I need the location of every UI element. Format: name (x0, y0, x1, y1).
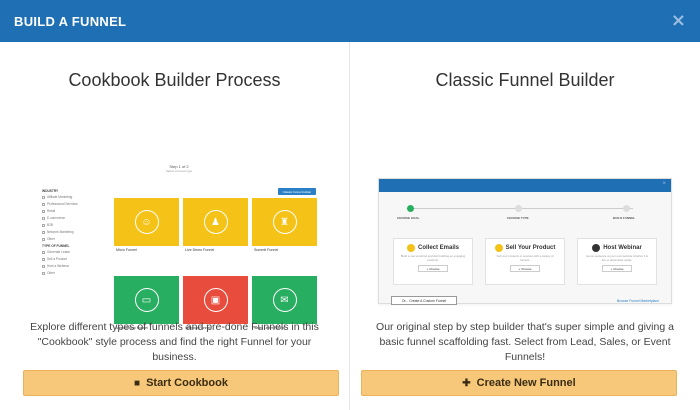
preview-sidebar: INDUSTRY Affiliate Marketing Professiona… (42, 189, 78, 275)
book-icon: ■ (134, 377, 141, 389)
preview-marketplace-link: Browse Funnel Marketplace (616, 299, 659, 303)
cookbook-column: Cookbook Builder Process Step 1 of 2 Sel… (0, 42, 350, 410)
preview-steps: CHOOSE GOAL CHOOSE TYPE BUILD FUNNEL (379, 205, 671, 220)
webinar-icon (592, 244, 601, 252)
plus-icon: ✚ (462, 377, 471, 389)
classic-title: Classic Funnel Builder (435, 70, 615, 90)
preview-goal-card: Collect Emails Build a new email list an… (393, 238, 473, 285)
preview-card: ♜ Summit Funnel (252, 198, 317, 272)
preview-step-label: Step 1 of 2 Select a funnel type (165, 164, 193, 173)
presenter-icon: ♟ (203, 210, 228, 234)
letter-icon: ✉ (272, 288, 297, 312)
preview-classic-button: Classic funnel builder (278, 188, 316, 195)
create-new-funnel-button[interactable]: ✚ Create New Funnel (361, 370, 677, 396)
start-cookbook-button[interactable]: ■ Start Cookbook (23, 370, 339, 396)
preview-card: ♟ Live Demo Funnel (183, 198, 248, 272)
classic-column: Classic Funnel Builder × CHOOSE GOAL CHO… (350, 42, 700, 410)
classic-preview-image: × CHOOSE GOAL CHOOSE TYPE BUILD FUNNEL C… (378, 178, 672, 305)
build-funnel-modal: BUILD A FUNNEL × Cookbook Builder Proces… (0, 0, 700, 410)
preview-custom-funnel-button: Or... Create A Custom Funnel (391, 296, 457, 305)
preview-card: ☺ Micro Funnel (114, 198, 179, 272)
modal-title: BUILD A FUNNEL (14, 13, 127, 29)
group-icon: ♜ (272, 210, 297, 234)
membership-icon: ▭ (134, 288, 159, 312)
classic-description: Our original step by step builder that's… (376, 321, 674, 363)
webinar-icon: ▣ (203, 288, 228, 312)
preview-goal-card: Sell Your Product Sell your products or … (485, 238, 565, 285)
preview-goal-card: Host Webinar Get an audience at your nex… (577, 238, 657, 285)
tag-icon (494, 244, 503, 252)
cookbook-title: Cookbook Builder Process (68, 70, 281, 90)
cookbook-preview-image: Step 1 of 2 Select a funnel type INDUSTR… (32, 160, 320, 330)
preview-close-icon: × (662, 181, 666, 187)
close-icon[interactable]: × (671, 12, 686, 30)
person-icon: ☺ (134, 210, 159, 234)
email-icon (406, 244, 415, 252)
cookbook-description: Explore different types of funnels and p… (30, 321, 319, 363)
modal-header: BUILD A FUNNEL × (0, 0, 700, 42)
